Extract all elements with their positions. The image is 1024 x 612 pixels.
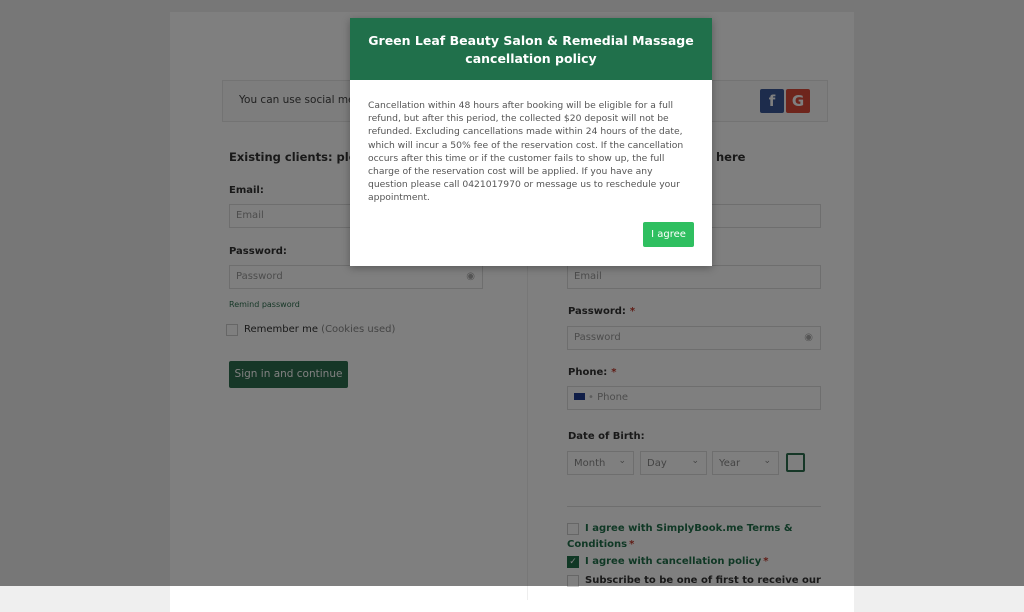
agree-button[interactable]: I agree	[643, 222, 694, 247]
modal-body: Cancellation within 48 hours after booki…	[368, 100, 684, 204]
modal-title-line2: cancellation policy	[465, 51, 597, 66]
modal-title-line1: Green Leaf Beauty Salon & Remedial Massa…	[368, 33, 694, 48]
cancellation-policy-modal: Green Leaf Beauty Salon & Remedial Massa…	[350, 18, 712, 266]
modal-header: Green Leaf Beauty Salon & Remedial Massa…	[350, 18, 712, 80]
